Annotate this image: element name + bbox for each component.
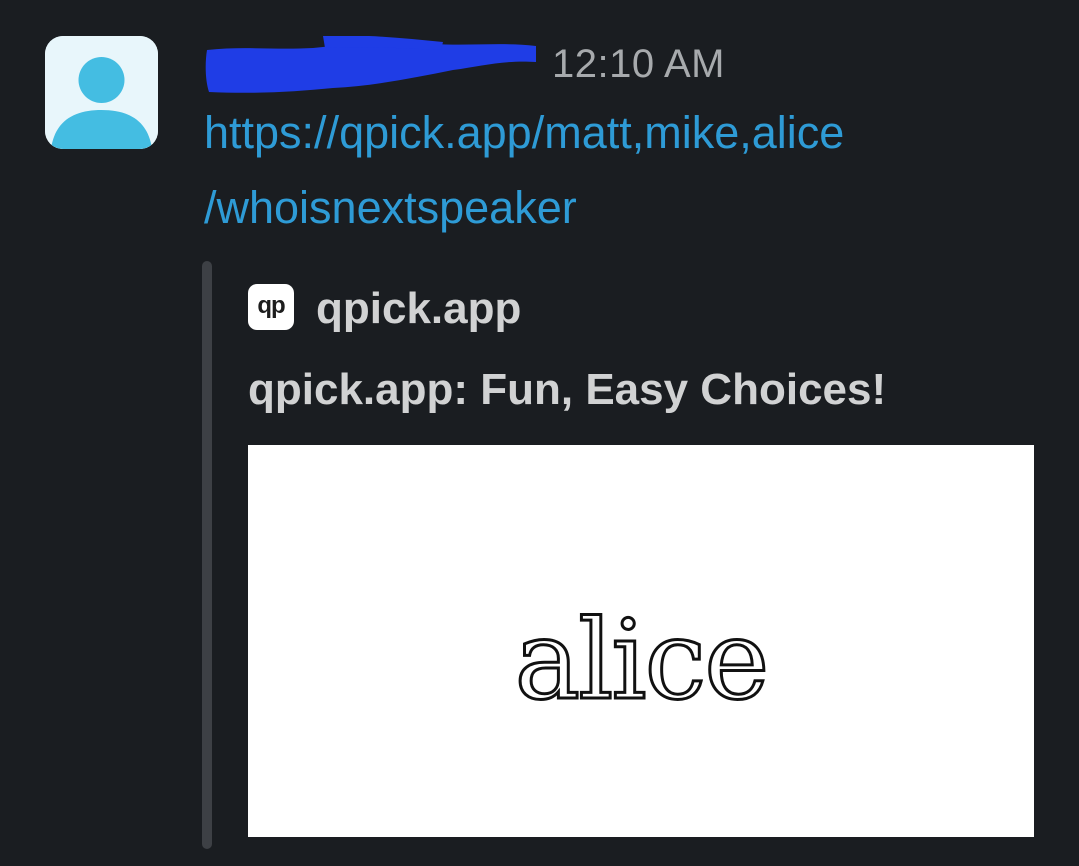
unfurl-preview-image[interactable]: alice [248,445,1034,837]
preview-image-word: alice [515,596,768,724]
unfurl-site-name[interactable]: qpick.app [316,280,521,338]
user-silhouette-icon [45,36,158,149]
unfurl-quote-bar [202,261,212,849]
message-link-line-2[interactable]: /whoisnextspeaker [204,178,577,238]
message-link-line-1[interactable]: https://qpick.app/matt,mike,alice [204,103,844,163]
author-name-redacted[interactable] [203,35,538,96]
user-avatar[interactable] [45,36,158,149]
qpick-site-icon: qp [248,284,294,330]
message-view: 12:10 AM https://qpick.app/matt,mike,ali… [0,0,1079,866]
redaction-scribble [205,35,537,93]
preview-image-canvas: alice [248,445,1034,837]
unfurl-title[interactable]: qpick.app: Fun, Easy Choices! [248,360,886,420]
message-timestamp[interactable]: 12:10 AM [552,38,725,90]
